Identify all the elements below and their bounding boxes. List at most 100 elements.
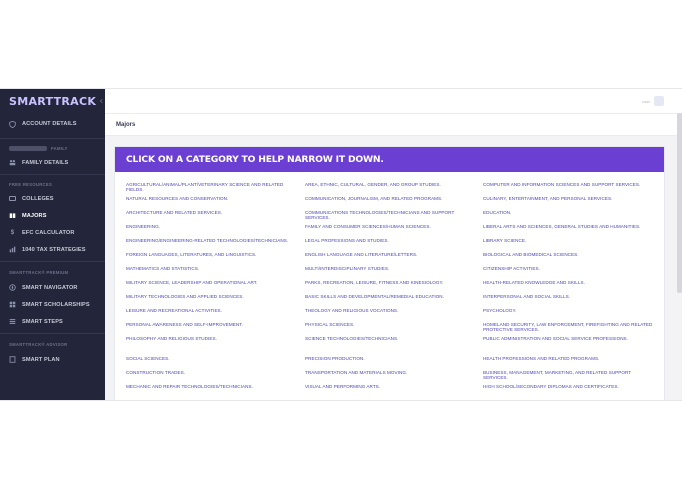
divider [0,174,105,175]
section-label-family: FAMILY [0,142,105,154]
category-link[interactable]: ENGINEERING. [126,224,296,238]
category-link[interactable]: MECHANIC AND REPAIR TECHNOLOGIES/TECHNIC… [126,384,296,398]
dollar-icon: $ [10,229,15,236]
category-link[interactable]: THEOLOGY AND RELIGIOUS VOCATIONS. [305,308,475,322]
category-column-3: COMPUTER AND INFORMATION SCIENCES AND SU… [483,182,653,398]
category-link[interactable]: PHYSICAL SCIENCES. [305,322,475,336]
category-link[interactable]: COMMUNICATIONS TECHNOLOGIES/TECHNICIANS … [305,210,475,224]
majors-card: CLICK ON A CATEGORY TO HELP NARROW IT DO… [114,146,665,400]
category-link[interactable]: PRECISION PRODUCTION. [305,356,475,370]
category-link[interactable]: BASIC SKILLS AND DEVELOPMENTAL/REMEDIAL … [305,294,475,308]
category-link[interactable]: AGRICULTURAL/ANIMAL/PLANT/VETERINARY SCI… [126,182,296,196]
user-menu[interactable]: user [642,96,664,106]
category-link[interactable]: EDUCATION. [483,210,653,224]
category-link[interactable]: LEISURE AND RECREATIONAL ACTIVITIES. [126,308,296,322]
sidebar-item-label: COLLEGES [22,195,54,202]
divider [0,333,105,334]
category-link[interactable]: MILITARY TECHNOLOGIES AND APPLIED SCIENC… [126,294,296,308]
category-link[interactable]: PUBLIC ADMINISTRATION AND SOCIAL SERVICE… [483,336,653,350]
grid-icon [9,301,16,308]
category-link[interactable]: PHILOSOPHY AND RELIGIOUS STUDIES. [126,336,296,350]
category-link[interactable]: FOREIGN LANGUAGES, LITERATURES, AND LING… [126,252,296,266]
main-content: Majors CLICK ON A CATEGORY TO HELP NARRO… [105,113,682,400]
category-link[interactable]: CITIZENSHIP ACTIVITIES. [483,266,653,280]
sidebar: SMARTTRACK ‹ ACCOUNT DETAILS FAMILY FAMI… [0,89,105,400]
list-icon [9,318,16,325]
divider [0,138,105,139]
category-link[interactable]: HEALTH PROFESSIONS AND RELATED PROGRAMS. [483,356,653,370]
category-link[interactable]: CULINARY, ENTERTAINMENT, AND PERSONAL SE… [483,196,653,210]
sidebar-item-family-details[interactable]: FAMILY DETAILS [0,154,105,171]
category-link[interactable]: SCIENCE TECHNOLOGIES/TECHNICIANS. [305,336,475,350]
category-link[interactable]: COMPUTER AND INFORMATION SCIENCES AND SU… [483,182,653,196]
pill-icon [9,195,16,202]
category-link[interactable]: HIGH SCHOOL/SECONDARY DIPLOMAS AND CERTI… [483,384,653,398]
sidebar-item-label: MAJORS [22,212,47,219]
category-link[interactable]: PSYCHOLOGY. [483,308,653,322]
scrollbar[interactable] [677,113,682,293]
instruction-banner: CLICK ON A CATEGORY TO HELP NARROW IT DO… [115,147,664,172]
compass-icon [9,284,16,291]
family-name-redacted [9,145,47,151]
sidebar-item-smart-scholarships[interactable]: SMART SCHOLARSHIPS [0,296,105,313]
category-link[interactable]: AREA, ETHNIC, CULTURAL, GENDER, AND GROU… [305,182,475,196]
category-link[interactable]: BIOLOGICAL AND BIOMEDICAL SCIENCES. [483,252,653,266]
sidebar-item-label: SMART STEPS [22,318,63,325]
sidebar-item-tax-strategies[interactable]: 1040 TAX STRATEGIES [0,241,105,258]
sidebar-item-label: EFC CALCULATOR [22,229,75,236]
sidebar-item-account-details[interactable]: ACCOUNT DETAILS [0,113,105,135]
category-link[interactable]: COMMUNICATION, JOURNALISM, AND RELATED P… [305,196,475,210]
sidebar-item-label: SMART PLAN [22,356,60,363]
category-link[interactable]: ARCHITECTURE AND RELATED SERVICES. [126,210,296,224]
category-link[interactable]: MULTI/INTERDISCIPLINARY STUDIES. [305,266,475,280]
section-label-free-resources: FREE RESOURCES [9,181,53,187]
bar-chart-icon [9,246,16,253]
user-name: user [642,98,650,104]
section-label-premium: SMARTTRACK® PREMIUM [9,269,69,275]
section-label-advisor: SMARTTRACK® ADVISOR [9,341,68,347]
logo[interactable]: SMARTTRACK ‹ [0,89,105,113]
category-column-2: AREA, ETHNIC, CULTURAL, GENDER, AND GROU… [305,182,475,398]
sidebar-item-label: ACCOUNT DETAILS [22,121,77,127]
sidebar-item-majors[interactable]: MAJORS [0,207,105,224]
divider [0,261,105,262]
category-link[interactable]: BUSINESS, MANAGEMENT, MARKETING, AND REL… [483,370,653,384]
category-link[interactable]: ENGLISH LANGUAGE AND LITERATURE/LETTERS. [305,252,475,266]
category-link[interactable]: TRANSPORTATION AND MATERIALS MOVING. [305,370,475,384]
category-link[interactable]: CONSTRUCTION TRADES. [126,370,296,384]
sidebar-item-label: SMART NAVIGATOR [22,284,78,291]
category-link[interactable]: VISUAL AND PERFORMING ARTS. [305,384,475,398]
collapse-sidebar-icon[interactable]: ‹ [99,96,103,107]
sidebar-item-label: SMART SCHOLARSHIPS [22,301,90,308]
category-link[interactable]: FAMILY AND CONSUMER SCIENCES/HUMAN SCIEN… [305,224,475,238]
category-link[interactable]: MATHEMATICS AND STATISTICS. [126,266,296,280]
category-link[interactable]: LIBERAL ARTS AND SCIENCES, GENERAL STUDI… [483,224,653,238]
category-link[interactable]: SOCIAL SCIENCES. [126,356,296,370]
category-link[interactable]: ENGINEERING/ENGINEERING-RELATED TECHNOLO… [126,238,296,252]
category-link[interactable]: LEGAL PROFESSIONS AND STUDIES. [305,238,475,252]
sidebar-item-smart-steps[interactable]: SMART STEPS [0,313,105,330]
book-icon [9,212,16,219]
sidebar-item-colleges[interactable]: COLLEGES [0,190,105,207]
category-link[interactable]: LIBRARY SCIENCE. [483,238,653,252]
shield-icon [9,120,16,128]
category-column-1: AGRICULTURAL/ANIMAL/PLANT/VETERINARY SCI… [126,182,296,398]
category-link[interactable]: PERSONAL AWARENESS AND SELF-IMPROVEMENT. [126,322,296,336]
plan-icon [9,356,16,363]
family-icon [9,159,16,166]
sidebar-item-smart-navigator[interactable]: SMART NAVIGATOR [0,279,105,296]
category-link[interactable]: PARKS, RECREATION, LEISURE, FITNESS AND … [305,280,475,294]
logo-text: SMARTTRACK [9,94,97,108]
avatar[interactable] [654,96,664,106]
category-link[interactable]: NATURAL RESOURCES AND CONSERVATION. [126,196,296,210]
page-title: Majors [105,113,682,136]
app-window: SMARTTRACK ‹ ACCOUNT DETAILS FAMILY FAMI… [0,88,682,401]
topbar: user [105,89,682,113]
category-link[interactable]: MILITARY SCIENCE, LEADERSHIP AND OPERATI… [126,280,296,294]
category-link[interactable]: HEALTH-RELATED KNOWLEDGE AND SKILLS. [483,280,653,294]
sidebar-item-smart-plan[interactable]: SMART PLAN [0,351,105,368]
category-link[interactable]: INTERPERSONAL AND SOCIAL SKILLS. [483,294,653,308]
category-link[interactable]: HOMELAND SECURITY, LAW ENFORCEMENT, FIRE… [483,322,653,336]
sidebar-item-efc-calculator[interactable]: $ EFC CALCULATOR [0,224,105,241]
sidebar-item-label: FAMILY DETAILS [22,159,69,166]
